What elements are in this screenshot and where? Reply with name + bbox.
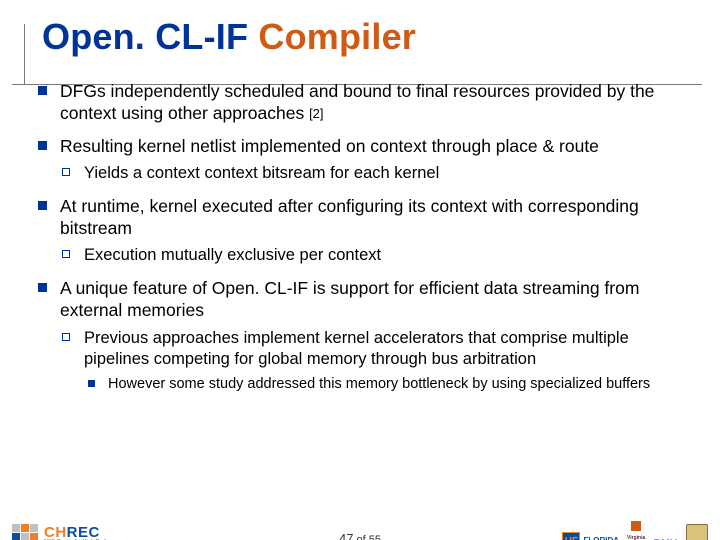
bullet-2-1-text: Yields a context context bitsream for ea… <box>84 164 439 182</box>
title-part-b: Compiler <box>258 16 416 57</box>
vt-text: VirginiaTech <box>627 535 645 540</box>
bullet-4-text: A unique feature of Open. CL-IF is suppo… <box>60 278 639 320</box>
slide: Open. CL-IF Compiler DFGs independently … <box>0 16 720 540</box>
bullet-3-1: Execution mutually exclusive per context <box>60 245 690 266</box>
footer: CHREC NSF Center for High-Performance Re… <box>0 514 720 540</box>
chrec-chip-icon <box>12 524 38 540</box>
bullet-4-1-1-text: However some study addressed this memory… <box>108 376 650 392</box>
title-part-a: Open. CL-IF <box>42 16 258 57</box>
bullet-4: A unique feature of Open. CL-IF is suppo… <box>36 277 690 395</box>
page-sep: of <box>353 534 368 540</box>
chrec-logo: CHREC NSF Center for High-Performance Re… <box>12 524 127 540</box>
bullet-4-1-text: Previous approaches implement kernel acc… <box>84 329 629 368</box>
bullet-1: DFGs independently scheduled and bound t… <box>36 80 690 125</box>
slide-body: DFGs independently scheduled and bound t… <box>36 80 690 394</box>
bullet-3-text: At runtime, kernel executed after config… <box>60 196 639 238</box>
page-number: 47 of 55 <box>339 531 381 540</box>
vt-icon <box>631 521 641 531</box>
page-current: 47 <box>339 531 353 540</box>
page-total: 55 <box>369 534 381 540</box>
chrec-word: REC <box>67 524 100 540</box>
bullet-4-1-1: However some study addressed this memory… <box>84 375 690 394</box>
bullet-1-ref: [2] <box>309 106 323 121</box>
bullet-2: Resulting kernel netlist implemented on … <box>36 135 690 185</box>
affiliate-logos: UF FLORIDA VirginiaTech BYU <box>562 521 708 540</box>
bullet-2-text: Resulting kernel netlist implemented on … <box>60 136 599 156</box>
bullet-4-1: Previous approaches implement kernel acc… <box>60 328 690 395</box>
uf-logo: UF FLORIDA <box>562 532 619 540</box>
vt-logo: VirginiaTech <box>627 521 645 540</box>
bullet-3-1-text: Execution mutually exclusive per context <box>84 246 381 264</box>
uf-block: UF <box>562 532 580 540</box>
slide-title: Open. CL-IF Compiler <box>42 16 690 58</box>
title-rule-vertical <box>24 24 25 84</box>
bullet-2-1: Yields a context context bitsream for ea… <box>60 163 690 184</box>
chrec-text: CHREC NSF Center for High-Performance Re… <box>44 524 127 540</box>
bullet-3: At runtime, kernel executed after config… <box>36 195 690 267</box>
bullet-1-text: DFGs independently scheduled and bound t… <box>60 81 654 123</box>
gwu-logo <box>686 524 708 540</box>
